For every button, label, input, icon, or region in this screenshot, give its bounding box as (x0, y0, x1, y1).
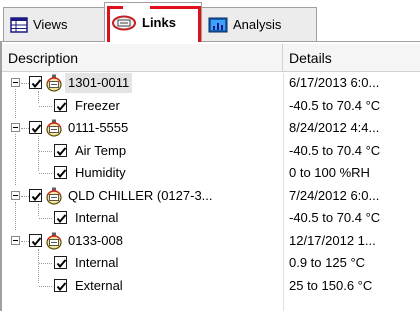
channel-checkbox[interactable] (54, 211, 67, 224)
data-logger-icon (46, 232, 62, 250)
tree-connector-line (21, 195, 29, 197)
device-label[interactable]: 1301-0011 (65, 73, 133, 93)
device-label[interactable]: 0133-008 (68, 231, 123, 251)
data-logger-icon (46, 74, 62, 92)
device-details: 12/17/2012 1... (289, 232, 376, 248)
device-details: 7/24/2012 6:0... (289, 187, 380, 203)
tab-links-label: Links (142, 15, 176, 30)
tree-channel-description: Humidity (2, 163, 283, 183)
highlight-annotation-right (193, 6, 201, 42)
channel-details: -40.5 to 70.4 °C (289, 210, 381, 225)
device-label[interactable]: 0111-5555 (68, 118, 128, 138)
channel-checkbox[interactable] (54, 143, 67, 157)
tree-connector-line (39, 263, 52, 264)
tree-channel-description: Internal (2, 253, 283, 273)
tree-channel-description: Air Temp (2, 141, 283, 161)
channel-label[interactable]: Internal (75, 208, 118, 228)
tab-baseline (0, 41, 420, 42)
tab-strip: Views Links Analysis (0, 0, 420, 42)
tree-channel-row[interactable]: Internal -40.5 to 70.4 °C (2, 208, 420, 228)
highlight-annotation-top (150, 6, 201, 9)
tree-connector-line (21, 128, 29, 129)
tree-connector-line (39, 173, 52, 174)
tree-device-description: 0111-5555 (2, 118, 283, 138)
device-details: 8/24/2012 4:4... (289, 120, 380, 135)
tree-channel-row[interactable]: Air Temp -40.5 to 70.4 °C (2, 141, 420, 161)
channel-checkbox[interactable] (54, 166, 67, 179)
highlight-annotation-left (107, 6, 115, 42)
tree-connector-line (21, 83, 29, 84)
collapse-toggle-icon[interactable] (11, 78, 20, 87)
device-checkbox[interactable] (29, 188, 42, 202)
tree-connector-line (39, 150, 52, 152)
tree-device-description: 1301-0011 (2, 73, 283, 93)
links-tree: 1301-0011 6/17/2013 6:0... Freezer -40.5 to… (2, 73, 420, 311)
tree-connector-line (39, 218, 52, 219)
data-logger-icon (46, 187, 62, 205)
tree-channel-description: Internal (2, 208, 283, 228)
tree-connector-line (39, 105, 52, 107)
column-header-details[interactable]: Details (283, 44, 420, 72)
tree-device-row[interactable]: 1301-0011 6/17/2013 6:0... (2, 73, 420, 93)
channel-details: 0 to 100 %RH (289, 165, 370, 180)
channel-label[interactable]: Humidity (75, 163, 126, 183)
channel-checkbox[interactable] (54, 278, 67, 292)
channel-checkbox[interactable] (54, 256, 67, 269)
channel-label[interactable]: External (75, 276, 123, 296)
device-checkbox[interactable] (29, 76, 42, 89)
channel-label[interactable]: Freezer (75, 96, 120, 116)
tree-device-description: QLD CHILLER (0127-3... (2, 186, 283, 206)
tree-channel-row[interactable]: Humidity 0 to 100 %RH (2, 163, 420, 183)
collapse-toggle-icon[interactable] (11, 235, 20, 245)
channel-checkbox[interactable] (54, 98, 67, 112)
device-checkbox[interactable] (29, 121, 42, 134)
channel-details: -40.5 to 70.4 °C (289, 142, 381, 158)
tree-device-row[interactable]: 0133-008 12/17/2012 1... (2, 231, 420, 251)
device-label[interactable]: QLD CHILLER (0127-3... (68, 186, 213, 206)
column-header-description[interactable]: Description (2, 44, 283, 72)
device-details: 6/17/2013 6:0... (289, 75, 380, 90)
column-header-row: Description Details (2, 44, 420, 72)
channel-details: -40.5 to 70.4 °C (289, 97, 381, 113)
tree-connector-line (39, 285, 52, 287)
tree-channel-description: Freezer (2, 96, 283, 116)
tree-channel-row[interactable]: External 25 to 150.6 °C (2, 276, 420, 296)
analysis-chart-icon (208, 17, 228, 32)
tab-analysis-label: Analysis (233, 17, 282, 32)
highlight-annotation-top-left (107, 6, 123, 9)
tree-connector-line (21, 240, 29, 242)
tree-device-row[interactable]: QLD CHILLER (0127-3... 7/24/2012 6:0... (2, 186, 420, 206)
channel-details: 0.9 to 125 °C (289, 255, 366, 270)
tree-channel-description: External (2, 276, 283, 296)
tree-channel-row[interactable]: Freezer -40.5 to 70.4 °C (2, 96, 420, 116)
tree-channel-row[interactable]: Internal 0.9 to 125 °C (2, 253, 420, 273)
collapse-toggle-icon[interactable] (11, 190, 20, 200)
channel-label[interactable]: Internal (75, 253, 118, 273)
tab-views-label: Views (33, 17, 68, 32)
device-checkbox[interactable] (29, 233, 42, 247)
data-logger-icon (46, 119, 62, 137)
tab-analysis[interactable]: Analysis (201, 7, 317, 41)
tab-views[interactable]: Views (3, 7, 105, 41)
channel-label[interactable]: Air Temp (75, 141, 126, 161)
views-grid-icon (10, 16, 28, 33)
tree-device-description: 0133-008 (2, 231, 283, 251)
collapse-toggle-icon[interactable] (11, 123, 20, 132)
tree-device-row[interactable]: 0111-5555 8/24/2012 4:4... (2, 118, 420, 138)
channel-details: 25 to 150.6 °C (289, 277, 373, 293)
